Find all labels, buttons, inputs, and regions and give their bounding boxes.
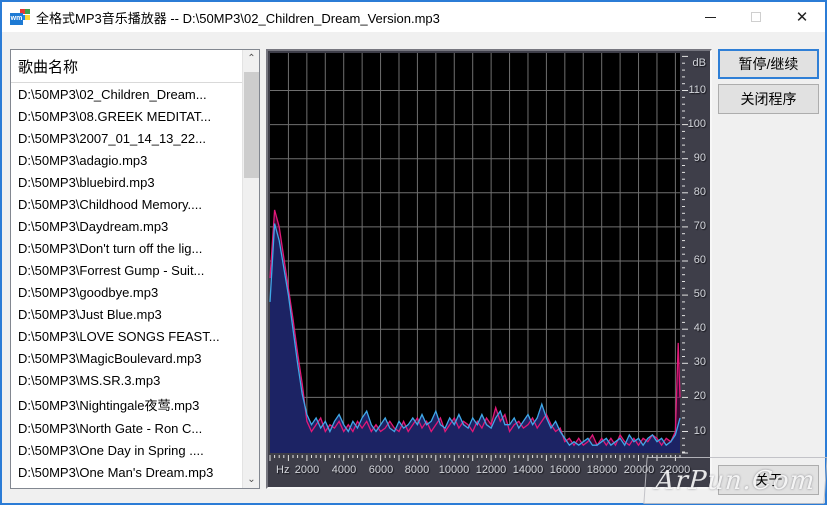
list-item[interactable]: D:\50MP3\LOVE SONGS FEAST...: [11, 325, 242, 347]
about-button[interactable]: 关于: [718, 465, 819, 495]
maximize-icon: [751, 12, 761, 22]
axis-tick-label: 30: [693, 356, 706, 368]
app-icon: wm: [10, 9, 30, 25]
playlist-scrollbar[interactable]: ⌃ ⌄: [242, 50, 259, 488]
axis-tick-label: 50: [693, 288, 706, 300]
list-item[interactable]: D:\50MP3\adagio.mp3: [11, 149, 242, 171]
close-button[interactable]: ✕: [779, 2, 825, 32]
logo-yellow-square: [25, 15, 30, 20]
close-program-button[interactable]: 关闭程序: [718, 84, 819, 114]
axis-tick-label: 20: [693, 390, 706, 402]
playlist-items: D:\50MP3\02_Children_Dream... D:\50MP3\08…: [11, 83, 242, 488]
spectrum-panel: dB 10 20 30 40 50 60 70 80 90 100 110 Hz 2000 4000 600…: [266, 49, 712, 489]
pause-resume-button[interactable]: 暂停/继续: [718, 49, 819, 79]
axis-tick-label: 60: [693, 254, 706, 266]
list-item[interactable]: D:\50MP3\Just Blue.mp3: [11, 303, 242, 325]
list-item[interactable]: D:\50MP3\Paul Schwartz - Sim...: [11, 483, 242, 488]
list-item[interactable]: D:\50MP3\02_Children_Dream...: [11, 83, 242, 105]
list-item[interactable]: D:\50MP3\2007_01_14_13_22...: [11, 127, 242, 149]
list-item[interactable]: D:\50MP3\MagicBoulevard.mp3: [11, 347, 242, 369]
playlist: 歌曲名称 D:\50MP3\02_Children_Dream... D:\50M…: [10, 49, 260, 489]
playlist-header: 歌曲名称: [11, 50, 242, 83]
minimize-icon: [704, 16, 716, 18]
spectrum-display: dB 10 20 30 40 50 60 70 80 90 100 110 Hz 2000 4000 600…: [268, 51, 710, 487]
maximize-button[interactable]: [733, 2, 779, 32]
list-item[interactable]: D:\50MP3\Forrest Gump - Suit...: [11, 259, 242, 281]
list-item[interactable]: D:\50MP3\Childhood Memory....: [11, 193, 242, 215]
list-item[interactable]: D:\50MP3\Don't turn off the lig...: [11, 237, 242, 259]
list-item[interactable]: D:\50MP3\bluebird.mp3: [11, 171, 242, 193]
axis-tick-label: 10: [693, 425, 706, 437]
axis-tick-label: 90: [693, 152, 706, 164]
axis-tick-label: 110: [688, 84, 706, 96]
window-title: 全格式MP3音乐播放器 -- D:\50MP3\02_Children_Drea…: [36, 10, 440, 26]
scrollbar-thumb[interactable]: [244, 72, 259, 178]
axis-tick-label: 80: [693, 186, 706, 198]
minimize-button[interactable]: [687, 2, 733, 32]
list-item[interactable]: D:\50MP3\08.GREEK MEDITAT...: [11, 105, 242, 127]
axis-tick-label: dB: [692, 57, 706, 69]
spectrum-chart: [269, 53, 688, 461]
list-item[interactable]: D:\50MP3\One Man's Dream.mp3: [11, 461, 242, 483]
axis-tick-label: 40: [693, 322, 706, 334]
scroll-up-icon[interactable]: ⌃: [243, 50, 260, 67]
list-item[interactable]: D:\50MP3\Daydream.mp3: [11, 215, 242, 237]
app-window: wm 全格式MP3音乐播放器 -- D:\50MP3\02_Children_D…: [0, 0, 827, 505]
axis-tick-label: 100: [687, 118, 706, 130]
scroll-down-icon[interactable]: ⌄: [243, 471, 260, 488]
list-item[interactable]: D:\50MP3\goodbye.mp3: [11, 281, 242, 303]
list-item[interactable]: D:\50MP3\One Day in Spring ....: [11, 439, 242, 461]
wm-logo-icon: wm: [10, 13, 23, 25]
list-item[interactable]: D:\50MP3\Nightingale夜莺.mp3: [11, 391, 242, 417]
logo-green-square: [25, 9, 30, 14]
axis-tick-label: 22000: [659, 464, 691, 476]
list-item[interactable]: D:\50MP3\North Gate - Ron C...: [11, 417, 242, 439]
axis-tick-label: 70: [693, 220, 706, 232]
list-item[interactable]: D:\50MP3\MS.SR.3.mp3: [11, 369, 242, 391]
titlebar: wm 全格式MP3音乐播放器 -- D:\50MP3\02_Children_D…: [2, 2, 825, 32]
